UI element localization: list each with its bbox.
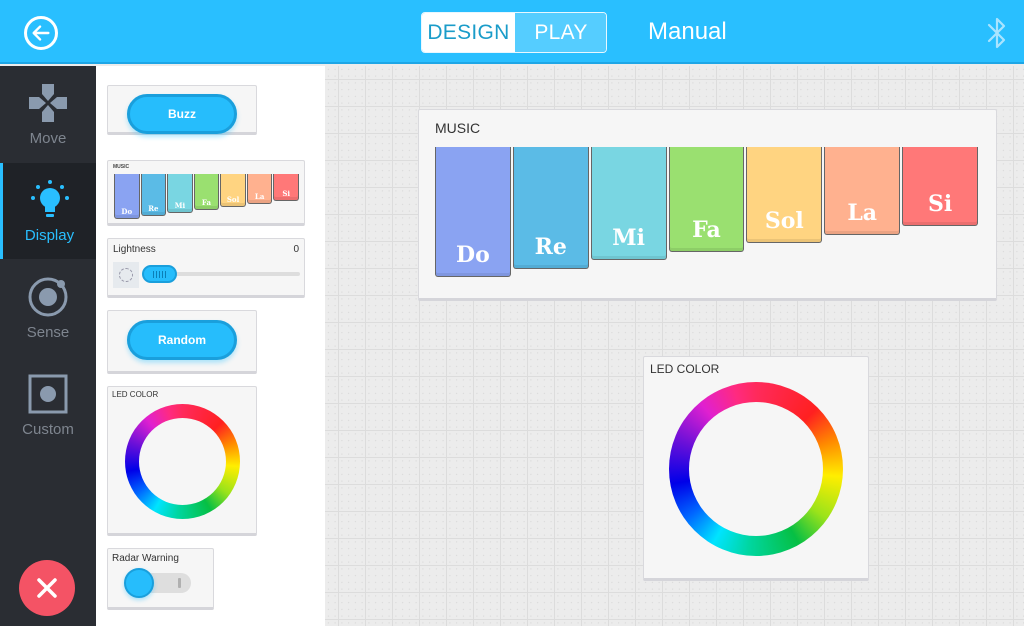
music-key-label: Si — [927, 191, 953, 217]
color-wheel-center — [139, 418, 226, 505]
music-key-re[interactable]: Re — [140, 174, 167, 216]
music-key-si[interactable]: Si — [273, 174, 299, 201]
close-button[interactable] — [19, 560, 75, 616]
music-key-label: Re — [148, 204, 159, 213]
led-color-title: LED COLOR — [112, 390, 159, 399]
music-key-label: Sol — [226, 195, 240, 204]
sidebar-item-display[interactable]: Display — [0, 163, 96, 259]
radar-label: Radar Warning — [112, 553, 179, 564]
sidebar-item-move[interactable]: Move — [0, 66, 96, 162]
sidebar-item-label: Sense — [26, 324, 70, 341]
music-key-label: Fa — [201, 198, 212, 207]
sidebar-item-sense[interactable]: Sense — [0, 260, 96, 356]
sensor-ring-icon — [28, 277, 68, 317]
music-title: MUSIC — [435, 120, 481, 136]
palette-music-widget[interactable]: MUSIC Do Re Mi Fa Sol La Si — [107, 160, 305, 226]
music-key-la[interactable]: La — [246, 174, 273, 204]
music-keyboard: Do Re Mi Fa Sol La Si — [435, 147, 980, 282]
music-key-re[interactable]: Re — [512, 147, 589, 269]
music-title: MUSIC — [113, 164, 130, 170]
music-key-label: Sol — [764, 208, 804, 234]
music-key-label: Do — [121, 207, 133, 216]
sidebar-item-label: Custom — [22, 421, 74, 438]
palette-led-color-widget[interactable]: LED COLOR — [107, 386, 257, 536]
palette-radar-widget[interactable]: Radar Warning — [107, 548, 214, 610]
mode-title: Manual — [648, 18, 727, 45]
music-key-label: Si — [282, 189, 291, 198]
lightness-value: 0 — [293, 244, 299, 255]
lightbulb-icon — [30, 180, 69, 217]
toggle-off-mark — [178, 578, 181, 588]
led-color-title: LED COLOR — [650, 362, 720, 376]
music-key-label: Mi — [174, 201, 186, 210]
bluetooth-icon[interactable] — [985, 16, 1009, 50]
palette-buzz-widget[interactable]: Buzz — [107, 85, 257, 135]
music-key-label: La — [847, 199, 878, 226]
tab-play[interactable]: PLAY — [515, 13, 606, 52]
lightness-label: Lightness — [113, 244, 156, 255]
palette-lightness-widget[interactable]: Lightness 0 — [107, 238, 305, 298]
top-bar: DESIGN PLAY Manual — [0, 0, 1024, 64]
radar-toggle-knob[interactable] — [124, 568, 154, 598]
tab-design[interactable]: DESIGN — [422, 13, 515, 52]
mode-toggle: DESIGN PLAY — [421, 12, 607, 53]
music-key-fa[interactable]: Fa — [668, 147, 745, 252]
close-icon — [37, 578, 57, 598]
lightness-slider-thumb[interactable] — [142, 265, 177, 283]
music-key-do[interactable]: Do — [435, 147, 511, 277]
music-key-fa[interactable]: Fa — [193, 174, 220, 210]
music-key-la[interactable]: La — [824, 147, 901, 235]
music-key-do[interactable]: Do — [114, 174, 140, 219]
music-key-label: Do — [456, 242, 490, 268]
design-canvas[interactable]: MUSIC Do Re Mi Fa Sol La Si LED COLOR — [325, 66, 1024, 626]
random-button[interactable]: Random — [127, 320, 237, 360]
sidebar-item-label: Move — [29, 130, 67, 147]
music-key-label: Re — [534, 233, 567, 260]
music-key-label: Mi — [612, 225, 645, 251]
palette-random-widget[interactable]: Random — [107, 310, 257, 374]
sidebar-item-custom[interactable]: Custom — [0, 357, 96, 453]
music-key-sol[interactable]: Sol — [220, 174, 246, 207]
music-key-sol[interactable]: Sol — [746, 147, 823, 243]
category-sidebar: Move Display Sense Custom — [0, 66, 96, 626]
widget-palette: Buzz MUSIC Do Re Mi Fa Sol La Si Lightness 0 R… — [96, 66, 325, 626]
dim-light-icon — [119, 268, 133, 282]
arrow-left-icon — [32, 25, 50, 41]
lightness-indicator — [113, 262, 139, 288]
canvas-music-widget[interactable]: MUSIC Do Re Mi Fa Sol La Si — [418, 109, 997, 301]
music-key-label: Fa — [692, 216, 721, 243]
dpad-icon — [29, 84, 67, 122]
music-key-mi[interactable]: Mi — [590, 147, 667, 260]
music-key-si[interactable]: Si — [902, 147, 978, 226]
color-wheel[interactable] — [125, 404, 240, 519]
music-key-label: La — [254, 192, 265, 201]
back-button[interactable] — [24, 16, 58, 50]
square-dot-icon — [28, 374, 68, 414]
mini-keyboard: Do Re Mi Fa Sol La Si — [114, 174, 300, 220]
canvas-led-color-widget[interactable]: LED COLOR — [643, 356, 869, 581]
sidebar-item-label: Display — [24, 227, 75, 244]
color-wheel-center — [689, 402, 823, 536]
buzz-button[interactable]: Buzz — [127, 94, 237, 134]
music-key-mi[interactable]: Mi — [167, 174, 193, 213]
color-wheel[interactable] — [669, 382, 843, 556]
